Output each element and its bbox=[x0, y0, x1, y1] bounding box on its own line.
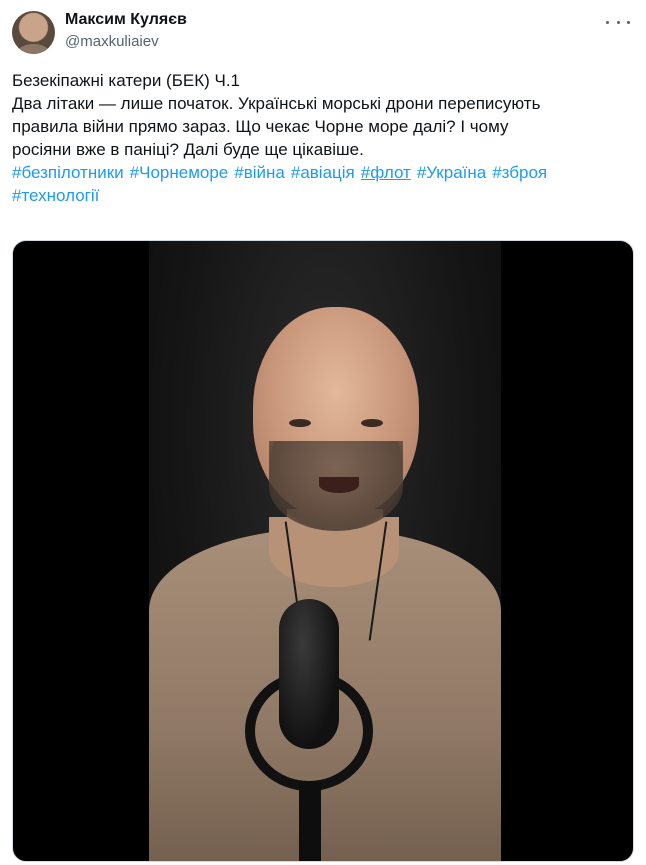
video-thumbnail[interactable] bbox=[12, 240, 634, 862]
hashtag-link-hovered[interactable]: #флот bbox=[361, 163, 411, 182]
person-eye bbox=[289, 419, 311, 427]
microphone-stand bbox=[299, 781, 321, 861]
tweet-header: Максим Куляєв @maxkuliaiev bbox=[12, 8, 634, 56]
tweet-body-line: Два літаки — лише початок. Українські мо… bbox=[12, 94, 541, 113]
author-handle[interactable]: @maxkuliaiev bbox=[65, 32, 187, 52]
hashtag-link[interactable]: #авіація bbox=[291, 163, 355, 182]
hashtags-line: #безпілотники #Чорнеморе #війна #авіація #фл… bbox=[12, 161, 632, 184]
hashtag-link[interactable]: #війна bbox=[234, 163, 285, 182]
video-frame bbox=[149, 241, 501, 861]
person-eye bbox=[361, 419, 383, 427]
hashtag-link[interactable]: #безпілотники bbox=[12, 163, 124, 182]
tweet-card: Максим Куляєв @maxkuliaiev Безекіпажні к… bbox=[0, 0, 646, 865]
tweet-body-line: росіяни вже в паніці? Далі буде ще цікав… bbox=[12, 140, 364, 159]
hashtag-link[interactable]: #зброя bbox=[492, 163, 547, 182]
hashtags-line: #технології bbox=[12, 184, 632, 207]
tweet-title-line: Безекіпажні катери (БЕК) Ч.1 bbox=[12, 71, 240, 90]
person-mouth bbox=[319, 477, 359, 493]
hashtag-link[interactable]: #Чорнеморе bbox=[130, 163, 229, 182]
author-names: Максим Куляєв @maxkuliaiev bbox=[65, 10, 187, 52]
more-dots-icon[interactable] bbox=[606, 12, 630, 32]
hashtag-link[interactable]: #Україна bbox=[417, 163, 486, 182]
hashtag-link[interactable]: #технології bbox=[12, 186, 99, 205]
tweet-body-line: правила війни прямо зараз. Що чекає Чорн… bbox=[12, 117, 509, 136]
avatar[interactable] bbox=[12, 11, 55, 54]
microphone bbox=[279, 599, 339, 749]
author-display-name[interactable]: Максим Куляєв bbox=[65, 10, 187, 30]
tweet-text: Безекіпажні катери (БЕК) Ч.1 Два літаки … bbox=[12, 69, 632, 207]
